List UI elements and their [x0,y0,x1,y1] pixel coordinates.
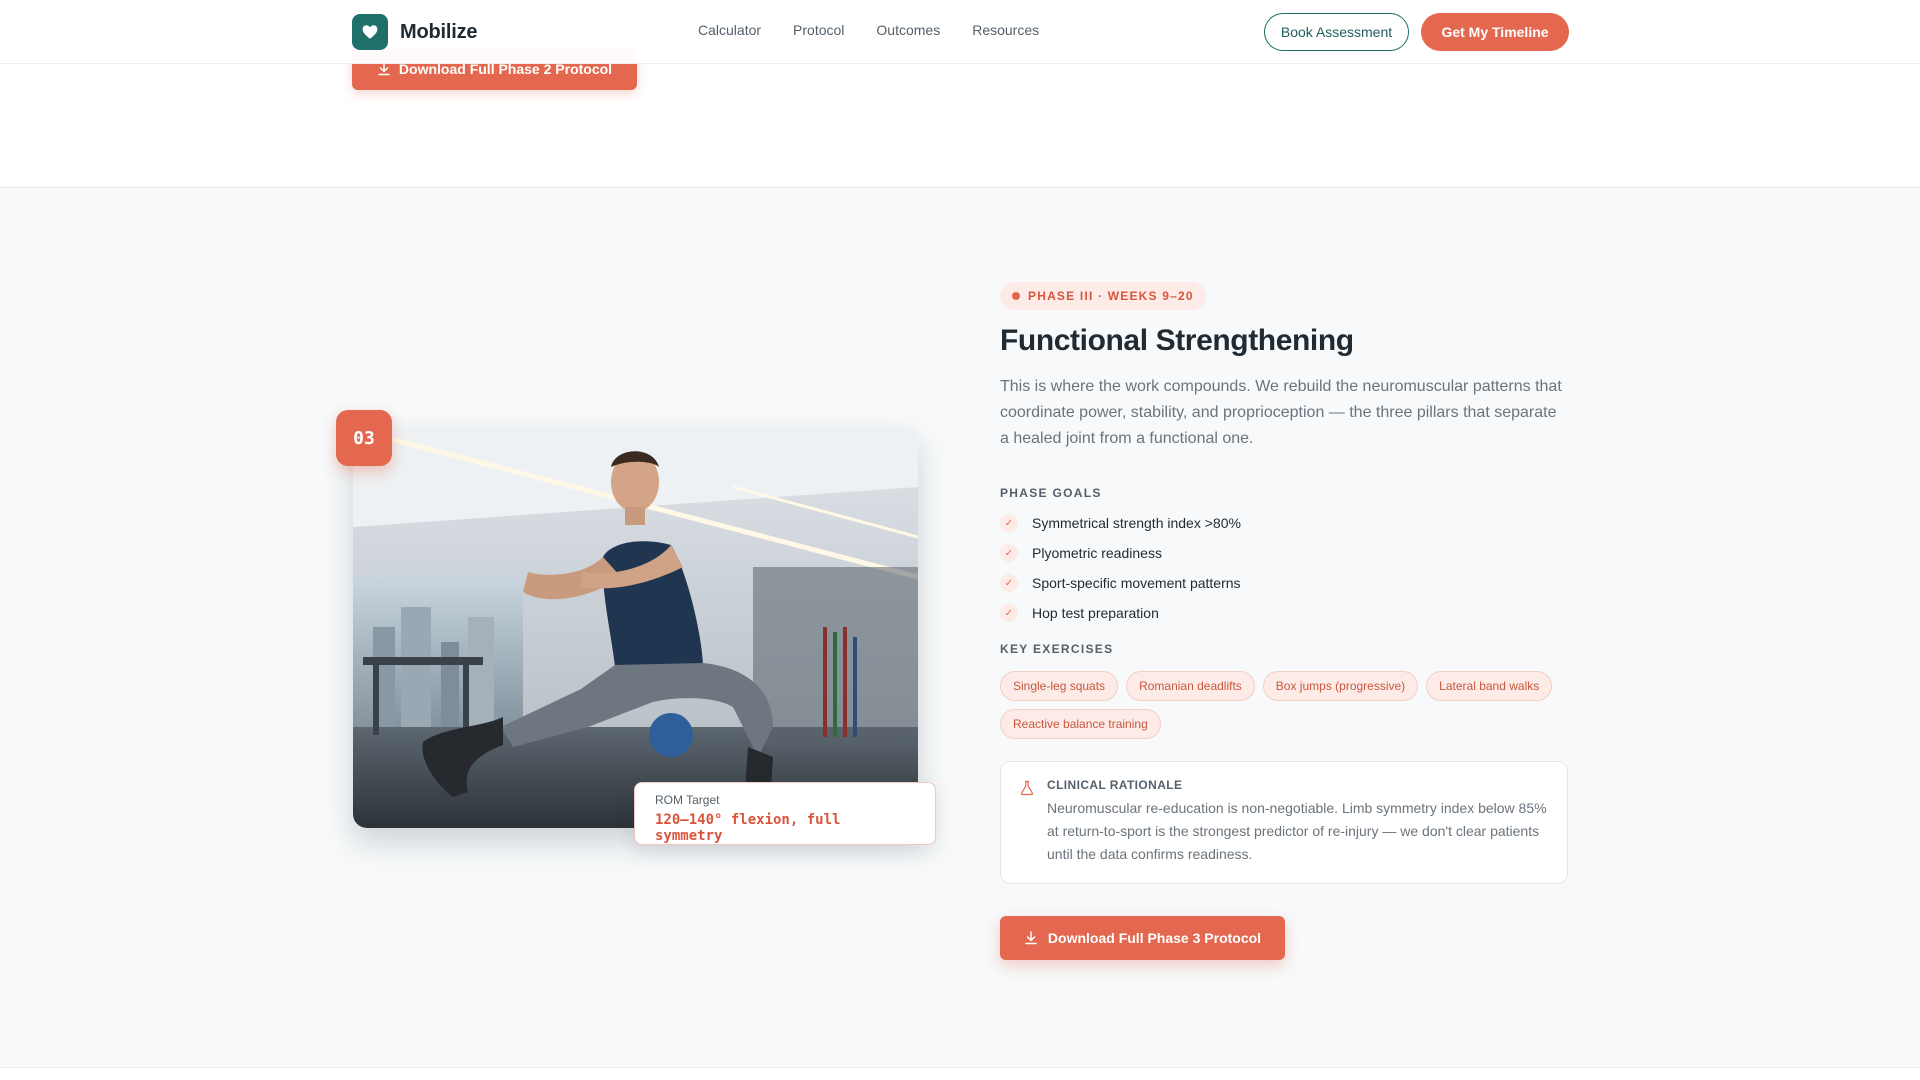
get-timeline-button[interactable]: Get My Timeline [1421,13,1569,51]
phase-badge-label: PHASE III · WEEKS 9–20 [1028,289,1194,303]
exercise-chip[interactable]: Romanian deadlifts [1126,671,1255,701]
key-exercises-heading: KEY EXERCISES [1000,642,1114,656]
download-phase-3-label: Download Full Phase 3 Protocol [1047,930,1262,946]
phase-goals-list: ✓ Symmetrical strength index >80% ✓ Plyome… [1000,508,1568,628]
goal-text: Hop test preparation [1032,605,1159,621]
flask-icon [1020,780,1034,796]
top-navigation-bar: Mobilize Calculator Protocol Outcomes Re… [0,0,1920,64]
nav-resources[interactable]: Resources [972,22,1039,38]
clinical-rationale-body: Neuromuscular re-education is non-negoti… [1047,800,1547,862]
phase-title: Functional Strengthening [1000,324,1354,357]
goal-text: Symmetrical strength index >80% [1032,515,1241,531]
download-icon [1025,931,1037,945]
goal-item: ✓ Sport-specific movement patterns [1000,568,1568,598]
rom-target-label: ROM Target [655,793,720,807]
brand-logo[interactable]: Mobilize [352,14,477,50]
check-icon: ✓ [1000,604,1018,622]
exercise-chip[interactable]: Lateral band walks [1426,671,1553,701]
goal-text: Sport-specific movement patterns [1032,575,1241,591]
check-icon: ✓ [1000,514,1018,532]
goal-item: ✓ Hop test preparation [1000,598,1568,628]
nav-calculator[interactable]: Calculator [698,22,761,38]
exercise-chip[interactable]: Box jumps (progressive) [1262,671,1419,701]
brand-name: Mobilize [400,20,478,43]
phase-badge: PHASE III · WEEKS 9–20 [1000,282,1206,310]
clinical-rationale-title: CLINICAL RATIONALE [1047,778,1183,792]
phase-description: This is where the work compounds. We reb… [1000,378,1562,447]
rom-target-card: ROM Target 120–140° flexion, full symmet… [634,782,936,845]
phase-3-section [0,188,1920,1068]
phase-goals-heading: PHASE GOALS [1000,486,1102,500]
download-icon [378,62,390,76]
nav-protocol[interactable]: Protocol [793,22,844,38]
goal-item: ✓ Plyometric readiness [1000,538,1568,568]
rom-target-value: 120–140° flexion, full symmetry [655,812,841,844]
phase-content: PHASE III · WEEKS 9–20 Functional Streng… [1000,282,1568,960]
nav-outcomes[interactable]: Outcomes [876,22,940,38]
main-nav: Calculator Protocol Outcomes Resources [698,22,1039,38]
exercise-chip[interactable]: Single-leg squats [1000,671,1119,701]
exercise-chips: Single-leg squats Romanian deadlifts Box… [1000,671,1568,739]
download-phase-3-button[interactable]: Download Full Phase 3 Protocol [1000,916,1285,960]
page: Download Full Phase 2 Protocol Mobilize … [0,0,1920,1080]
check-icon: ✓ [1000,574,1018,592]
goal-item: ✓ Symmetrical strength index >80% [1000,508,1568,538]
heart-icon [352,14,388,50]
exercise-photo [353,427,918,828]
exercise-chip[interactable]: Reactive balance training [1000,709,1161,739]
dot-icon [1012,292,1020,300]
goal-text: Plyometric readiness [1032,545,1162,561]
check-icon: ✓ [1000,544,1018,562]
book-assessment-button[interactable]: Book Assessment [1264,13,1409,51]
clinical-rationale-card: CLINICAL RATIONALE Neuromuscular re-educ… [1000,761,1568,884]
phase-number-badge: 03 [336,410,392,466]
